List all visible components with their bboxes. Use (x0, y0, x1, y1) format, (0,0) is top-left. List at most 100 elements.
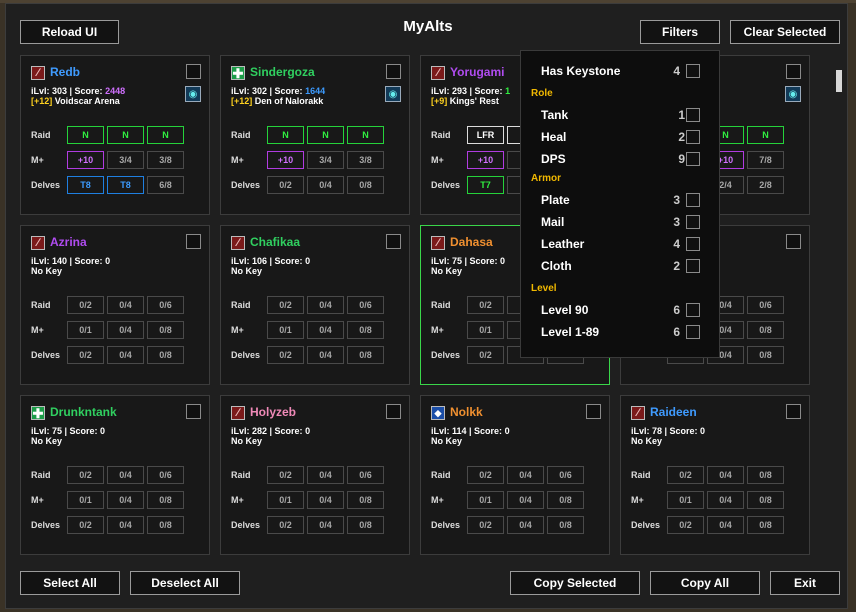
select-checkbox[interactable] (186, 404, 201, 419)
row-label-delves: Delves (231, 520, 261, 530)
select-checkbox[interactable] (186, 64, 201, 79)
filters-dropdown: Has Keystone 4 Role Tank 1 Heal 2 DPS 9 … (520, 50, 720, 358)
character-name: Nolkk (450, 405, 483, 419)
filter-count: 3 (673, 193, 680, 207)
alt-card[interactable]: ∕ Holyzeb iLvl: 282 | Score: 0 No Key Raid 0/… (220, 395, 410, 555)
select-checkbox[interactable] (186, 234, 201, 249)
filter-checkbox[interactable] (686, 108, 700, 122)
keystone-dungeon: Voidscar Arena (52, 96, 120, 106)
filter-level-90[interactable]: Level 90 6 (521, 300, 721, 320)
row-label-raid: Raid (431, 300, 451, 310)
select-all-button[interactable]: Select All (20, 571, 120, 595)
delves-progress-cell: 0/2 (667, 516, 704, 534)
mplus-progress-cell: 3/4 (107, 151, 144, 169)
alt-card[interactable]: ∕ Azrina iLvl: 140 | Score: 0 No Key Raid 0/2… (20, 225, 210, 385)
delves-progress-cell: T7 (467, 176, 504, 194)
select-checkbox[interactable] (786, 404, 801, 419)
filter-role-heal[interactable]: Heal 2 (521, 127, 721, 147)
scrollbar-thumb[interactable] (836, 70, 842, 92)
alt-card[interactable]: ∕ Chafikaa iLvl: 106 | Score: 0 No Key Raid 0… (220, 225, 410, 385)
filter-count: 4 (673, 237, 680, 251)
mplus-progress-cell: 0/1 (67, 321, 104, 339)
filter-armor-mail[interactable]: Mail 3 (521, 212, 721, 232)
row-label-delves: Delves (231, 180, 261, 190)
mplus-score: 0 (504, 426, 510, 436)
filter-armor-leather[interactable]: Leather 4 (521, 234, 721, 254)
filter-role-tank[interactable]: Tank 1 (521, 105, 721, 125)
keystone-info: No Key (431, 266, 462, 276)
filter-checkbox[interactable] (686, 259, 700, 273)
filter-checkbox[interactable] (686, 152, 700, 166)
alt-card[interactable]: ∕ Redb ◉ iLvl: 303 | Score: 2448 [+12] Voids… (20, 55, 210, 215)
filter-level-1-89[interactable]: Level 1-89 6 (521, 322, 721, 342)
keystone-dungeon: No Key (431, 436, 463, 446)
keystone-level: [+9] (431, 96, 448, 106)
raid-progress-cell: 0/4 (707, 466, 744, 484)
filter-has-keystone[interactable]: Has Keystone 4 (521, 61, 721, 81)
filters-button[interactable]: Filters (640, 20, 720, 44)
select-checkbox[interactable] (586, 404, 601, 419)
warrior-sword-icon: ∕ (231, 236, 245, 250)
filter-checkbox[interactable] (686, 215, 700, 229)
ilvl-score-label: iLvl: 293 | Score: (431, 86, 506, 96)
mplus-progress-cell: 0/1 (467, 321, 504, 339)
select-checkbox[interactable] (786, 64, 801, 79)
alt-card[interactable]: ∕ Raideen iLvl: 78 | Score: 0 No Key Raid 0/2… (620, 395, 810, 555)
clear-selected-button[interactable]: Clear Selected (730, 20, 840, 44)
raid-progress-cell: 0/4 (107, 466, 144, 484)
delves-progress-cell: 6/8 (147, 176, 184, 194)
character-stats: iLvl: 282 | Score: 0 (231, 426, 310, 436)
warrior-sword-icon: ∕ (31, 66, 45, 80)
keystone-dungeon: No Key (31, 266, 63, 276)
raid-progress-cell: 0/2 (67, 296, 104, 314)
select-checkbox[interactable] (386, 404, 401, 419)
character-name: Azrina (50, 235, 87, 249)
alt-card[interactable]: ✚ Sindergoza ◉ iLvl: 302 | Score: 1644 [+12]… (220, 55, 410, 215)
mplus-progress-cell: 3/4 (307, 151, 344, 169)
select-checkbox[interactable] (386, 64, 401, 79)
row-label-raid: Raid (231, 300, 251, 310)
filter-checkbox[interactable] (686, 303, 700, 317)
row-label-delves: Delves (31, 180, 61, 190)
warrior-sword-icon: ∕ (431, 66, 445, 80)
copy-selected-button[interactable]: Copy Selected (510, 571, 640, 595)
select-checkbox[interactable] (786, 234, 801, 249)
ilvl-score-label: iLvl: 140 | Score: (31, 256, 106, 266)
filter-checkbox[interactable] (686, 130, 700, 144)
ilvl-score-label: iLvl: 282 | Score: (231, 426, 306, 436)
character-stats: iLvl: 303 | Score: 2448 (31, 86, 125, 96)
raid-progress-cell: 0/6 (747, 296, 784, 314)
filter-heading-level: Level (531, 283, 557, 294)
row-label-mplus: M+ (31, 495, 44, 505)
filter-checkbox[interactable] (686, 325, 700, 339)
row-label-mplus: M+ (231, 495, 244, 505)
filter-armor-plate[interactable]: Plate 3 (521, 190, 721, 210)
filter-label: Leather (541, 237, 585, 251)
row-label-mplus: M+ (631, 495, 644, 505)
deselect-all-button[interactable]: Deselect All (130, 571, 240, 595)
healer-cross-icon: ✚ (31, 405, 45, 421)
filter-armor-cloth[interactable]: Cloth 2 (521, 256, 721, 276)
exit-button[interactable]: Exit (770, 571, 840, 595)
tank-shield-icon: ◆ (431, 406, 445, 420)
alt-card[interactable]: ◆ Nolkk iLvl: 114 | Score: 0 No Key Raid 0/2 0… (420, 395, 610, 555)
alt-card[interactable]: ✚ Drunkntank iLvl: 75 | Score: 0 No Key Raid… (20, 395, 210, 555)
warrior-sword-icon: ∕ (431, 236, 445, 250)
raid-progress-cell: N (107, 126, 144, 144)
filter-count: 2 (673, 259, 680, 273)
filter-label: Tank (541, 108, 569, 122)
mplus-progress-cell: 0/1 (67, 491, 104, 509)
row-label-delves: Delves (631, 520, 661, 530)
filter-checkbox[interactable] (686, 193, 700, 207)
filter-role-dps[interactable]: DPS 9 (521, 149, 721, 169)
raid-progress-cell: 0/6 (547, 466, 584, 484)
row-label-raid: Raid (231, 130, 251, 140)
select-checkbox[interactable] (386, 234, 401, 249)
filter-checkbox[interactable] (686, 237, 700, 251)
copy-all-button[interactable]: Copy All (650, 571, 760, 595)
warrior-sword-icon: ∕ (631, 406, 645, 420)
keystone-dungeon: Kings' Rest (447, 96, 499, 106)
filter-checkbox[interactable] (686, 64, 700, 78)
row-label-delves: Delves (431, 350, 461, 360)
reload-ui-button[interactable]: Reload UI (20, 20, 119, 44)
